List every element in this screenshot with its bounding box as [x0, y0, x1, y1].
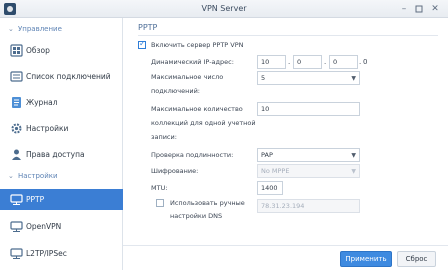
sidebar-item-label: Журнал — [26, 98, 58, 107]
window-titlebar: VPN Server – ✕ — [0, 0, 448, 18]
sidebar-item-overview[interactable]: Обзор — [0, 40, 123, 61]
sidebar-item-label: Настройки — [26, 124, 69, 133]
sidebar-item-label: Права доступа — [26, 150, 85, 159]
mtu-input[interactable]: 1400 — [257, 181, 283, 195]
max-per-account-label-line3: записи: — [151, 133, 177, 141]
sidebar-item-log[interactable]: Журнал — [0, 92, 123, 113]
manual-dns-label-line2: настройки DNS — [170, 212, 223, 220]
chevron-down-icon: ⌄ — [8, 25, 14, 33]
sidebar-section-settings[interactable]: ⌄ Настройки — [8, 172, 58, 180]
settings-gear-icon — [11, 123, 22, 134]
sidebar-item-openvpn[interactable]: OpenVPN — [0, 216, 123, 237]
sidebar: ⌄ Управление Обзор Список подключений Жур… — [0, 18, 123, 270]
sidebar-item-settings[interactable]: Настройки — [0, 118, 123, 139]
encryption-select[interactable]: No MPPE ▼ — [257, 164, 360, 178]
max-per-account-label: Максимальное количество — [151, 105, 243, 113]
pptp-settings-panel: PPTP Включить сервер PPTP VPN Динамическ… — [123, 18, 448, 270]
auth-value: PAP — [261, 151, 273, 159]
dynamic-ip-octet-4: 0 — [363, 58, 368, 66]
sidebar-section-management[interactable]: ⌄ Управление — [8, 25, 62, 33]
max-per-account-input[interactable]: 10 — [257, 102, 360, 116]
log-icon — [12, 97, 21, 108]
dynamic-ip-octet-2[interactable]: 0 — [293, 55, 322, 69]
max-per-account-label-line2: коллекций для одной учетной — [151, 119, 256, 127]
encryption-label: Шифрование: — [151, 167, 199, 175]
encryption-value: No MPPE — [261, 167, 290, 175]
l2tp-network-icon — [10, 248, 23, 259]
manual-dns-label: Использовать ручные — [170, 199, 245, 207]
apply-button[interactable]: Применить — [340, 251, 392, 267]
sidebar-item-label: PPTP — [26, 195, 45, 204]
openvpn-network-icon — [10, 221, 23, 232]
sidebar-item-label: L2TP/IPSec — [26, 249, 67, 258]
auth-label: Проверка подлинности: — [151, 151, 234, 159]
user-permissions-icon — [12, 149, 21, 160]
dropdown-arrow-icon: ▼ — [351, 75, 356, 82]
max-connections-label-line2: подключений: — [151, 87, 201, 95]
ip-separator: . — [324, 58, 327, 66]
dynamic-ip-label: Динамический IP-адрес: — [151, 58, 234, 66]
max-connections-select[interactable]: 5 ▼ — [257, 71, 360, 85]
dynamic-ip-octet-3[interactable]: 0 — [329, 55, 358, 69]
ip-separator: . — [288, 58, 291, 66]
sidebar-item-connection-list[interactable]: Список подключений — [0, 66, 123, 87]
window-title: VPN Server — [201, 4, 247, 13]
chevron-down-icon: ⌄ — [8, 172, 14, 180]
enable-pptp-label: Включить сервер PPTP VPN — [151, 41, 244, 49]
minimize-icon[interactable]: – — [398, 3, 410, 15]
ip-separator: . — [359, 58, 362, 66]
max-connections-label: Максимальное число — [151, 73, 224, 81]
close-icon[interactable]: ✕ — [429, 3, 441, 15]
enable-pptp-checkbox[interactable] — [138, 39, 146, 49]
maximize-icon[interactable] — [413, 3, 425, 15]
page-title: PPTP — [138, 23, 158, 32]
pptp-network-icon — [10, 194, 23, 205]
dynamic-ip-octet-1[interactable]: 10 — [257, 55, 286, 69]
auth-select[interactable]: PAP ▼ — [257, 148, 360, 162]
overview-icon — [10, 44, 23, 57]
connection-list-icon — [10, 71, 23, 82]
sidebar-item-label: Список подключений — [26, 72, 111, 81]
dropdown-arrow-icon: ▼ — [351, 168, 356, 175]
sidebar-item-l2tp[interactable]: L2TP/IPSec — [0, 243, 123, 264]
max-connections-value: 5 — [261, 74, 266, 82]
sidebar-item-label: Обзор — [26, 46, 50, 55]
manual-dns-checkbox[interactable] — [156, 199, 164, 207]
dns-server-input[interactable]: 78.31.23.194 — [257, 199, 360, 213]
mtu-label: MTU: — [151, 184, 168, 192]
dropdown-arrow-icon: ▼ — [351, 152, 356, 159]
sidebar-item-permissions[interactable]: Права доступа — [0, 144, 123, 165]
divider — [138, 35, 438, 36]
footer-bar: Применить Сброс — [123, 245, 448, 270]
reset-button[interactable]: Сброс — [397, 251, 436, 267]
sidebar-item-label: OpenVPN — [26, 222, 62, 231]
sidebar-item-pptp[interactable]: PPTP — [0, 189, 123, 210]
